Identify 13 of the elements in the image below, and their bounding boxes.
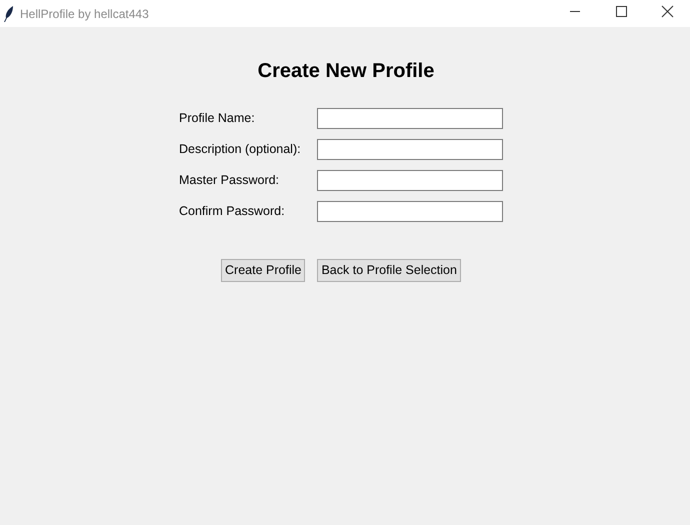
action-button[interactable]: Back to Profile Selection bbox=[317, 259, 461, 282]
form-heading: Create New Profile bbox=[258, 59, 434, 84]
input-field[interactable] bbox=[317, 139, 503, 160]
feather-icon bbox=[4, 6, 14, 22]
input-field[interactable] bbox=[317, 201, 503, 222]
input-field[interactable] bbox=[317, 170, 503, 191]
action-button[interactable]: Create Profile bbox=[221, 259, 306, 282]
input-field[interactable] bbox=[317, 108, 503, 129]
field-label: Master Password: bbox=[179, 172, 280, 190]
field-label: Confirm Password: bbox=[179, 203, 286, 220]
field-label: Profile Name: bbox=[179, 110, 256, 128]
window-title: HellProfile by hellcat443 bbox=[20, 6, 149, 22]
field-label: Description (optional): bbox=[179, 141, 302, 158]
